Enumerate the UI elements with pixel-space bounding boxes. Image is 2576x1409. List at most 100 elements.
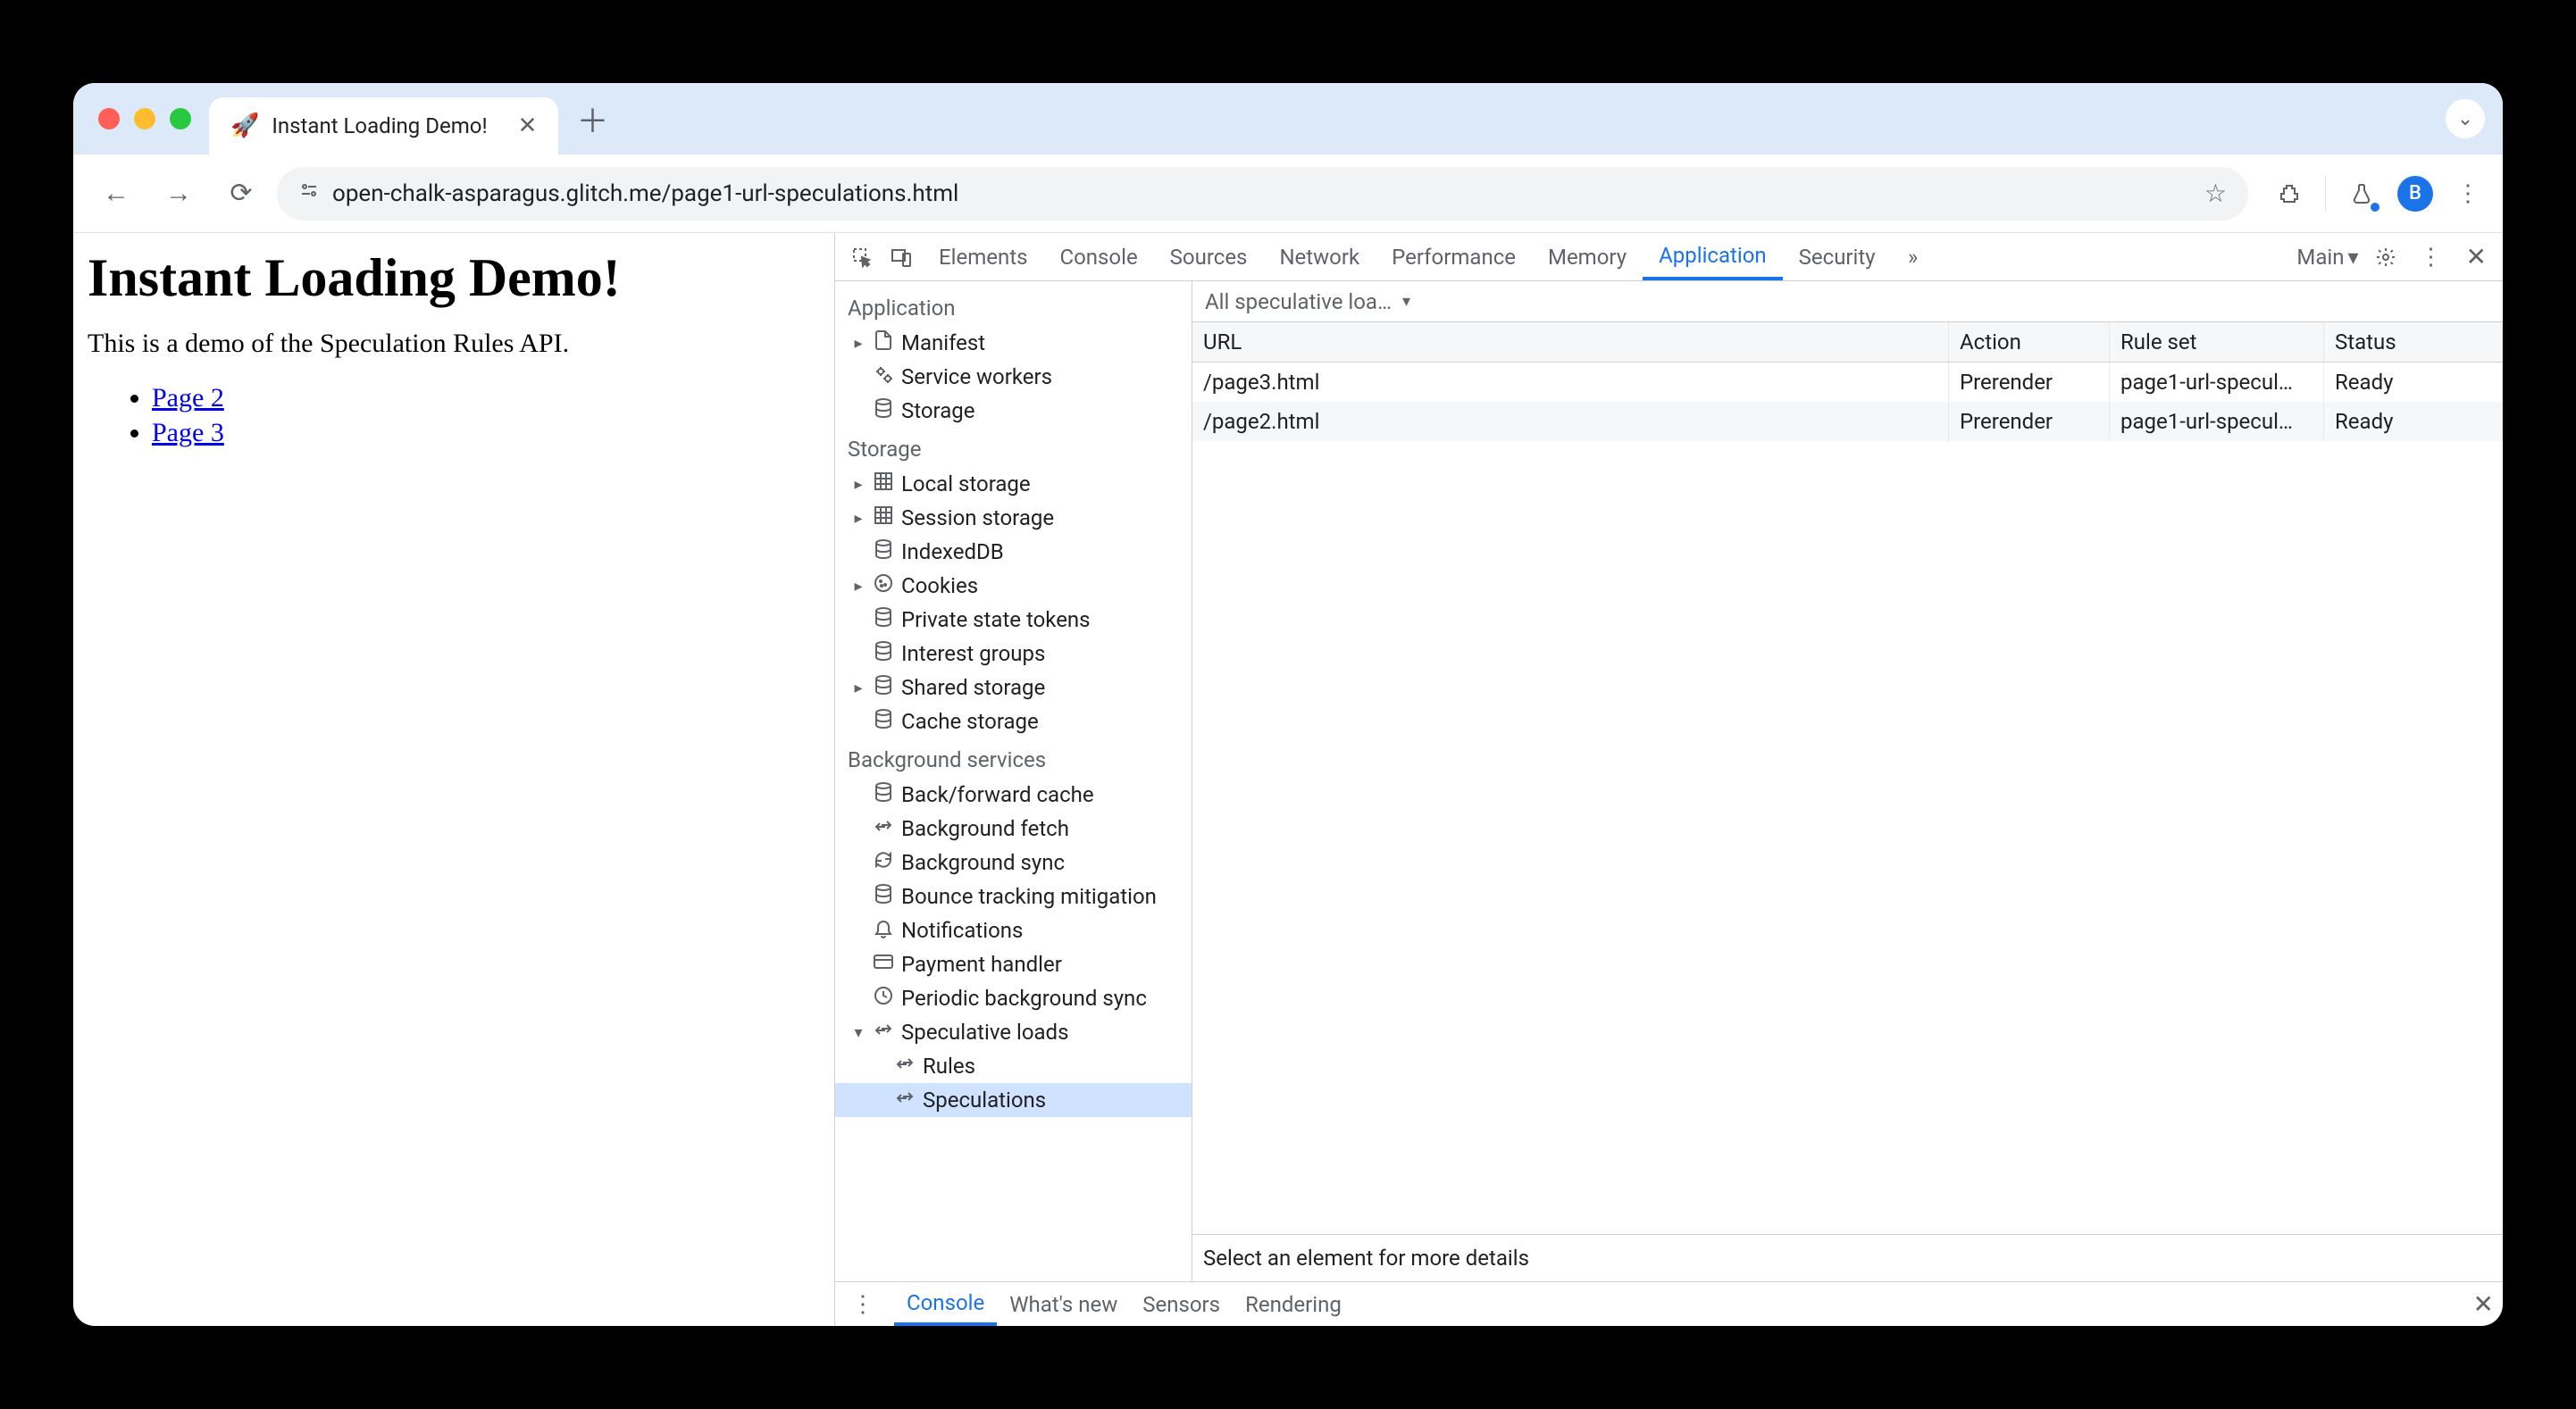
dropdown-icon: ▾	[1402, 292, 1410, 311]
page-link[interactable]: Page 2	[152, 383, 224, 413]
sidebar-item-back-forward-cache[interactable]: Back/forward cache	[835, 778, 1192, 812]
sidebar-item-periodic-background-sync[interactable]: Periodic background sync	[835, 981, 1192, 1015]
table-row[interactable]: /page3.htmlPrerenderpage1-url-specul…Rea…	[1192, 363, 2503, 402]
devtools-tab-memory[interactable]: Memory	[1532, 233, 1643, 280]
sidebar-item-storage[interactable]: Storage	[835, 394, 1192, 428]
col-ruleset[interactable]: Rule set	[2110, 322, 2324, 362]
updown-icon	[873, 1019, 894, 1046]
tabs-overflow-button[interactable]: ⌄	[2446, 99, 2485, 138]
more-tabs-button[interactable]: »	[1895, 245, 1931, 270]
drawer-tab-console[interactable]: Console	[894, 1282, 997, 1326]
sidebar-item-cache-storage[interactable]: Cache storage	[835, 704, 1192, 738]
settings-icon[interactable]	[2368, 246, 2404, 268]
db-icon	[873, 883, 894, 910]
sidebar-item-label: Private state tokens	[901, 607, 1091, 632]
extensions-icon[interactable]	[2270, 174, 2309, 213]
bell-icon	[873, 917, 894, 944]
devtools-tab-sources[interactable]: Sources	[1154, 233, 1264, 280]
sidebar-item-service-workers[interactable]: Service workers	[835, 360, 1192, 394]
sidebar-item-speculative-loads[interactable]: Speculative loads	[835, 1015, 1192, 1049]
page-viewport: Instant Loading Demo! This is a demo of …	[73, 233, 834, 1326]
sidebar-item-cookies[interactable]: Cookies	[835, 569, 1192, 603]
page-link-list: Page 2 Page 3	[88, 380, 820, 450]
speculations-filter[interactable]: All speculative loa… ▾	[1192, 281, 2503, 322]
table-header: URL Action Rule set Status	[1192, 322, 2503, 363]
sidebar-item-label: Speculations	[923, 1088, 1046, 1113]
sidebar-item-bounce-tracking-mitigation[interactable]: Bounce tracking mitigation	[835, 880, 1192, 913]
sidebar-item-manifest[interactable]: Manifest	[835, 326, 1192, 360]
drawer-close-button[interactable]: ✕	[2473, 1289, 2494, 1319]
back-button[interactable]: ←	[89, 167, 143, 221]
drawer-tab-rendering[interactable]: Rendering	[1233, 1282, 1354, 1326]
maximize-window-button[interactable]	[170, 108, 191, 129]
toolbar: ← → ⟳ open-chalk-asparagus.glitch.me/pag…	[73, 154, 2503, 233]
sidebar-item-rules[interactable]: Rules	[835, 1049, 1192, 1083]
sidebar-item-label: Shared storage	[901, 675, 1045, 700]
sidebar-item-private-state-tokens[interactable]: Private state tokens	[835, 603, 1192, 637]
sidebar-section: Application	[835, 287, 1192, 326]
devtools-menu-button[interactable]: ⋮	[2413, 244, 2450, 271]
devtools-tab-console[interactable]: Console	[1043, 233, 1153, 280]
sidebar-item-background-sync[interactable]: Background sync	[835, 846, 1192, 880]
sidebar-item-speculations[interactable]: Speculations	[835, 1083, 1192, 1117]
sidebar-item-shared-storage[interactable]: Shared storage	[835, 671, 1192, 704]
devtools-tab-security[interactable]: Security	[1783, 233, 1892, 280]
devtools-tab-performance[interactable]: Performance	[1376, 233, 1532, 280]
sidebar-item-interest-groups[interactable]: Interest groups	[835, 637, 1192, 671]
col-action[interactable]: Action	[1949, 322, 2110, 362]
cell-ruleset: page1-url-specul…	[2110, 402, 2324, 441]
grid-icon	[873, 504, 894, 531]
bookmark-button[interactable]: ☆	[2204, 179, 2227, 208]
forward-button[interactable]: →	[152, 167, 205, 221]
grid-icon	[873, 471, 894, 497]
devtools-close-button[interactable]: ✕	[2459, 242, 2494, 271]
sidebar-item-session-storage[interactable]: Session storage	[835, 501, 1192, 535]
reload-button[interactable]: ⟳	[214, 167, 268, 221]
sidebar-item-background-fetch[interactable]: Background fetch	[835, 812, 1192, 846]
sidebar-item-label: Cookies	[901, 573, 978, 598]
gears-icon	[873, 363, 894, 390]
sidebar-item-local-storage[interactable]: Local storage	[835, 467, 1192, 501]
labs-icon[interactable]	[2342, 174, 2381, 213]
browser-menu-button[interactable]: ⋮	[2449, 180, 2487, 207]
col-status[interactable]: Status	[2324, 322, 2503, 362]
devtools-tab-elements[interactable]: Elements	[923, 233, 1043, 280]
sidebar-item-notifications[interactable]: Notifications	[835, 913, 1192, 947]
devtools-tab-application[interactable]: Application	[1643, 233, 1783, 280]
minimize-window-button[interactable]	[134, 108, 155, 129]
devtools-target-select[interactable]: Main	[2296, 245, 2358, 270]
drawer-tab-what-s-new[interactable]: What's new	[997, 1282, 1130, 1326]
site-controls-icon[interactable]	[298, 180, 320, 207]
sidebar-item-label: Session storage	[901, 505, 1054, 530]
col-url[interactable]: URL	[1192, 322, 1949, 362]
sidebar-item-payment-handler[interactable]: Payment handler	[835, 947, 1192, 981]
chevron-icon	[851, 334, 866, 353]
chevron-icon	[851, 577, 866, 596]
page-link[interactable]: Page 3	[152, 418, 224, 447]
devtools-tab-network[interactable]: Network	[1263, 233, 1376, 280]
profile-avatar[interactable]: B	[2397, 176, 2433, 212]
sidebar-item-label: Local storage	[901, 471, 1031, 496]
sidebar-item-indexeddb[interactable]: IndexedDB	[835, 535, 1192, 569]
sidebar-item-label: Bounce tracking mitigation	[901, 884, 1157, 909]
close-window-button[interactable]	[98, 108, 120, 129]
address-bar[interactable]: open-chalk-asparagus.glitch.me/page1-url…	[277, 167, 2248, 221]
cell-url: /page3.html	[1192, 363, 1949, 402]
db-icon	[873, 606, 894, 633]
content-area: Instant Loading Demo! This is a demo of …	[73, 233, 2503, 1326]
db-icon	[873, 708, 894, 735]
sidebar-item-label: Background sync	[901, 850, 1065, 875]
browser-tab[interactable]: 🚀 Instant Loading Demo! ✕	[209, 97, 558, 154]
devtools-drawer: ⋮ ConsoleWhat's newSensorsRendering ✕	[835, 1281, 2503, 1326]
close-tab-button[interactable]: ✕	[518, 113, 538, 139]
db-icon	[873, 781, 894, 808]
filter-label: All speculative loa…	[1205, 289, 1392, 314]
inspect-icon[interactable]	[844, 246, 880, 268]
url-text: open-chalk-asparagus.glitch.me/page1-url…	[332, 180, 958, 207]
table-row[interactable]: /page2.htmlPrerenderpage1-url-specul…Rea…	[1192, 402, 2503, 441]
drawer-menu-button[interactable]: ⋮	[844, 1291, 882, 1318]
table-body: /page3.htmlPrerenderpage1-url-specul…Rea…	[1192, 363, 2503, 845]
device-toggle-icon[interactable]	[883, 246, 919, 268]
drawer-tab-sensors[interactable]: Sensors	[1130, 1282, 1233, 1326]
new-tab-button[interactable]: ＋	[576, 96, 608, 142]
